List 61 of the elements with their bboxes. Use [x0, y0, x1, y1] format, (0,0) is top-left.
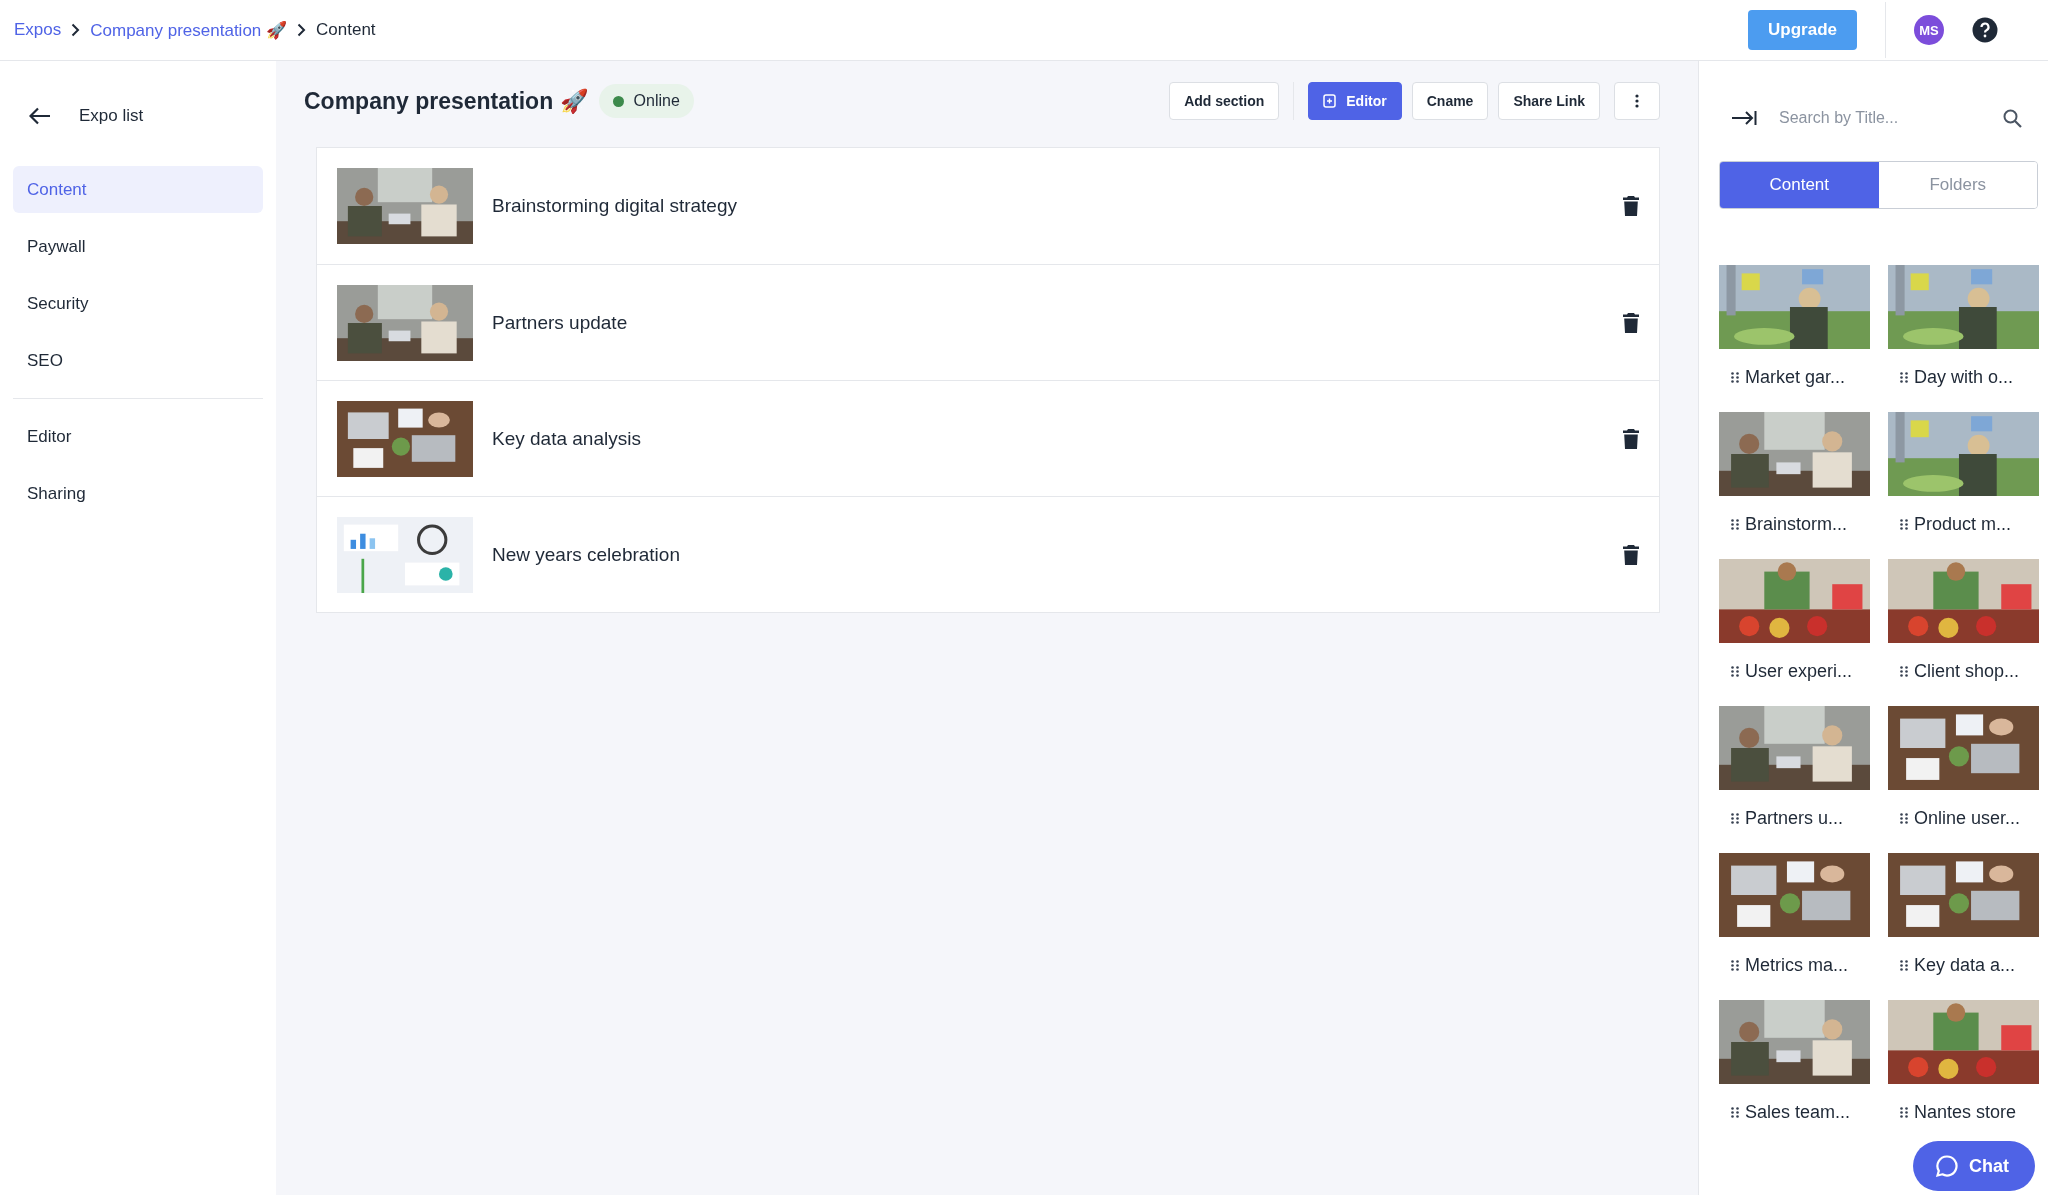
drag-handle-icon[interactable]: [1731, 666, 1739, 677]
drag-handle-icon[interactable]: [1731, 1107, 1739, 1118]
tab[interactable]: Content: [1720, 162, 1879, 208]
media-title: Key data a...: [1914, 955, 2016, 976]
document-icon: [1323, 94, 1337, 108]
search-icon[interactable]: [2003, 108, 2022, 128]
trash-icon[interactable]: [1623, 544, 1639, 565]
section-title: Brainstorming digital strategy: [492, 195, 738, 217]
section-title: New years celebration: [492, 543, 681, 566]
editor-button[interactable]: Editor: [1308, 82, 1402, 120]
speech-bubble-icon: [1935, 1154, 1959, 1178]
media-title: Online user...: [1914, 808, 2021, 829]
media-title: Metrics ma...: [1745, 955, 1848, 976]
sidebar-item[interactable]: Editor: [13, 413, 263, 460]
section-title: Partners update: [492, 311, 629, 334]
collapse-panel-icon[interactable]: [1731, 110, 1757, 126]
user-avatar[interactable]: MS: [1914, 15, 1944, 45]
breadcrumb-link[interactable]: Company presentation 🚀: [90, 19, 288, 41]
media-title: Sales team...: [1745, 1102, 1851, 1123]
media-title: Brainstorm...: [1745, 514, 1848, 535]
drag-handle-icon[interactable]: [1731, 372, 1739, 383]
trash-icon[interactable]: [1623, 196, 1639, 216]
media-title: Client shop...: [1914, 661, 2020, 682]
more-vertical-icon: [1635, 94, 1639, 108]
chevron-right-icon: [71, 23, 81, 37]
drag-handle-icon[interactable]: [1900, 519, 1908, 530]
sidebar-item[interactable]: Paywall: [13, 223, 263, 270]
drag-handle-icon[interactable]: [1900, 666, 1908, 677]
drag-handle-icon[interactable]: [1900, 813, 1908, 824]
sidebar-item[interactable]: SEO: [13, 337, 263, 384]
media-title: User experi...: [1745, 661, 1853, 682]
media-title: Nantes store: [1914, 1102, 2017, 1123]
section-title: Key data analysis: [492, 427, 642, 450]
media-title: Partners u...: [1745, 808, 1844, 829]
toolbar-button[interactable]: Add section: [1169, 82, 1280, 120]
media-title: Product m...: [1914, 514, 2012, 535]
status-label: Online: [633, 92, 680, 110]
drag-handle-icon[interactable]: [1900, 960, 1908, 971]
back-link[interactable]: Expo list: [29, 92, 263, 140]
toolbar-button[interactable]: Cname: [1411, 82, 1489, 120]
toolbar-button[interactable]: Share Link: [1498, 82, 1600, 120]
drag-handle-icon[interactable]: [1731, 960, 1739, 971]
page-title: Company presentation 🚀: [304, 87, 589, 115]
media-title: Market gar...: [1745, 367, 1846, 388]
breadcrumb-current[interactable]: Content: [316, 20, 376, 40]
chevron-right-icon: [297, 23, 307, 37]
sidebar-item[interactable]: Security: [13, 280, 263, 327]
breadcrumb-link[interactable]: Expos: [14, 20, 62, 40]
arrow-left-icon: [29, 107, 51, 125]
chat-button[interactable]: Chat: [1913, 1141, 2035, 1191]
drag-handle-icon[interactable]: [1900, 1107, 1908, 1118]
sidebar-item[interactable]: Sharing: [13, 470, 263, 517]
media-title: Day with o...: [1914, 367, 2014, 388]
status-dot: [612, 95, 624, 107]
help-icon[interactable]: [1972, 17, 1998, 43]
drag-handle-icon[interactable]: [1731, 813, 1739, 824]
drag-handle-icon[interactable]: [1731, 519, 1739, 530]
drag-handle-icon[interactable]: [1900, 372, 1908, 383]
sidebar-item[interactable]: Content: [13, 166, 263, 213]
trash-icon[interactable]: [1623, 312, 1639, 333]
trash-icon[interactable]: [1623, 428, 1639, 449]
